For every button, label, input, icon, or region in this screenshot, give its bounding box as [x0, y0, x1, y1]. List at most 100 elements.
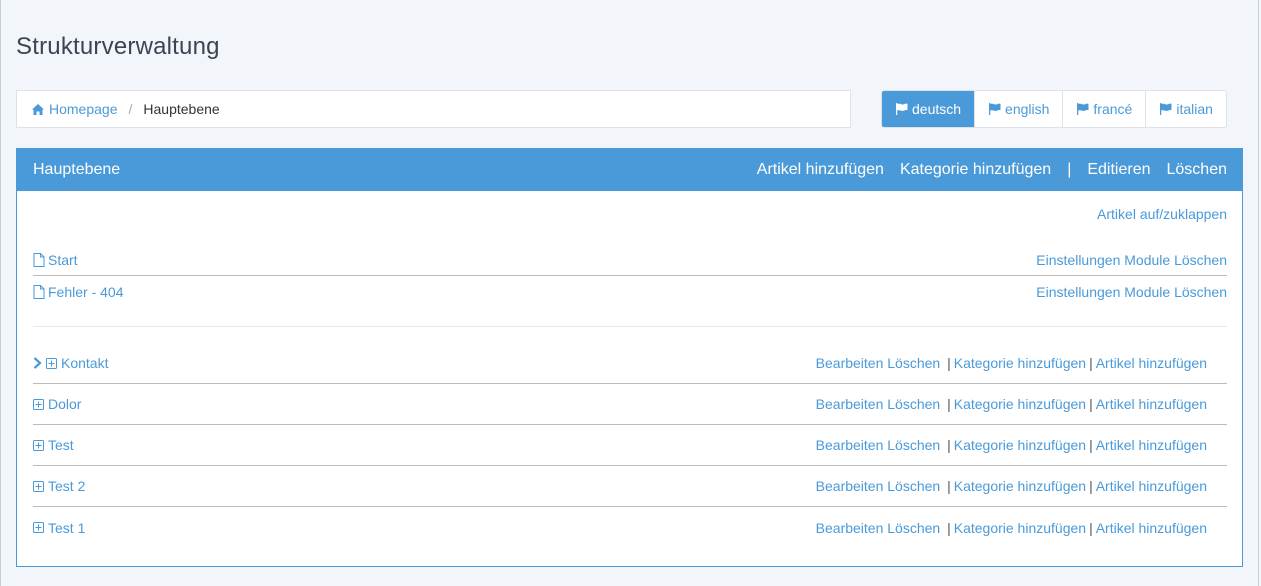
article-modules-link[interactable]: Module [1124, 284, 1170, 300]
category-edit-link[interactable]: Bearbeiten [816, 478, 884, 494]
article-list: Start Einstellungen Module Löschen Fehle… [33, 245, 1227, 307]
category-row: Dolor Bearbeiten Löschen | Kategorie hinz… [33, 384, 1227, 425]
article-delete-link[interactable]: Löschen [1174, 284, 1227, 300]
lang-button-english[interactable]: english [975, 91, 1064, 127]
breadcrumb-current: Hauptebene [143, 101, 220, 117]
category-row: Kontakt Bearbeiten Löschen | Kategorie hi… [33, 343, 1227, 384]
breadcrumb-home-label: Homepage [49, 101, 118, 117]
action-separator: | [1089, 437, 1093, 453]
panel-actions-separator: | [1067, 161, 1072, 178]
lang-button-deutsch[interactable]: deutsch [882, 91, 976, 127]
category-row: Test 1 Bearbeiten Löschen | Kategorie hin… [33, 507, 1227, 548]
category-actions: Bearbeiten Löschen | Kategorie hinzufügen… [816, 520, 1207, 536]
article-settings-link[interactable]: Einstellungen [1036, 284, 1120, 300]
action-separator: | [1089, 396, 1093, 412]
plus-square-icon[interactable] [33, 398, 44, 410]
category-delete-link[interactable]: Löschen [887, 396, 940, 412]
category-edit-link[interactable]: Bearbeiten [816, 355, 884, 371]
chevron-right-icon[interactable] [33, 357, 42, 369]
category-actions: Bearbeiten Löschen | Kategorie hinzufügen… [816, 355, 1207, 371]
article-name: Fehler - 404 [48, 283, 124, 300]
add-article-button[interactable]: Artikel hinzufügen [757, 161, 884, 179]
category-add-article-link[interactable]: Artikel hinzufügen [1096, 396, 1207, 412]
flag-icon [1160, 103, 1172, 115]
lang-button-italian[interactable]: italian [1146, 91, 1226, 127]
flag-icon [989, 103, 1001, 115]
category-add-article-link[interactable]: Artikel hinzufügen [1096, 437, 1207, 453]
section-divider [33, 326, 1227, 327]
language-switcher: deutsch english francé italian [881, 90, 1227, 128]
category-add-article-link[interactable]: Artikel hinzufügen [1096, 355, 1207, 371]
action-separator: | [947, 519, 951, 536]
file-icon [33, 253, 45, 267]
action-separator: | [1089, 355, 1093, 371]
action-separator: | [947, 478, 951, 494]
home-icon [32, 103, 44, 115]
category-delete-link[interactable]: Löschen [887, 437, 940, 453]
category-add-category-link[interactable]: Kategorie hinzufügen [954, 478, 1086, 494]
category-edit-link[interactable]: Bearbeiten [816, 520, 884, 536]
plus-square-icon[interactable] [33, 522, 44, 533]
delete-button[interactable]: Löschen [1167, 161, 1228, 179]
article-modules-link[interactable]: Module [1124, 252, 1170, 268]
plus-square-icon[interactable] [33, 439, 44, 451]
category-add-category-link[interactable]: Kategorie hinzufügen [954, 396, 1086, 412]
flag-icon [1077, 103, 1089, 115]
action-separator: | [947, 437, 951, 453]
panel-actions: Artikel hinzufügen Kategorie hinzufügen … [741, 161, 1227, 179]
flag-icon [896, 103, 908, 115]
article-row: Fehler - 404 Einstellungen Module Lösche… [33, 276, 1227, 307]
category-add-article-link[interactable]: Artikel hinzufügen [1096, 478, 1207, 494]
panel-title: Hauptebene [33, 161, 121, 178]
page-title: Strukturverwaltung [16, 33, 220, 60]
category-name-group: Test 1 [33, 520, 85, 536]
plus-square-icon[interactable] [46, 357, 57, 369]
file-icon [33, 284, 45, 299]
category-delete-link[interactable]: Löschen [887, 478, 940, 494]
article-actions: Einstellungen Module Löschen [1036, 284, 1227, 300]
category-link-test-1[interactable]: Test 1 [48, 520, 85, 536]
article-link-start[interactable]: Start [33, 252, 78, 268]
lang-label: english [1005, 101, 1050, 117]
category-name-group: Test 2 [33, 478, 85, 494]
category-add-category-link[interactable]: Kategorie hinzufügen [954, 520, 1086, 536]
category-add-category-link[interactable]: Kategorie hinzufügen [954, 437, 1086, 453]
category-add-category-link[interactable]: Kategorie hinzufügen [954, 355, 1086, 371]
category-link-kontakt[interactable]: Kontakt [61, 355, 108, 371]
article-row: Start Einstellungen Module Löschen [33, 245, 1227, 276]
breadcrumb-home-link[interactable]: Homepage [32, 101, 118, 117]
article-settings-link[interactable]: Einstellungen [1036, 252, 1120, 268]
edit-button[interactable]: Editieren [1087, 161, 1150, 179]
category-row: Test Bearbeiten Löschen | Kategorie hinzu… [33, 425, 1227, 466]
article-actions: Einstellungen Module Löschen [1036, 252, 1227, 268]
category-edit-link[interactable]: Bearbeiten [816, 437, 884, 453]
add-category-button[interactable]: Kategorie hinzufügen [900, 161, 1051, 179]
breadcrumb-separator: / [128, 101, 133, 117]
category-link-dolor[interactable]: Dolor [48, 396, 81, 412]
lang-button-france[interactable]: francé [1063, 91, 1147, 127]
right-edge-line [1258, 0, 1259, 586]
category-add-article-link[interactable]: Artikel hinzufügen [1096, 520, 1207, 536]
plus-square-icon[interactable] [33, 480, 44, 492]
category-name-group: Kontakt [33, 355, 108, 371]
category-link-test[interactable]: Test [48, 437, 74, 453]
lang-label: francé [1093, 101, 1133, 117]
toggle-articles-link[interactable]: Artikel auf/zuklappen [1097, 206, 1227, 222]
article-delete-link[interactable]: Löschen [1174, 252, 1227, 268]
category-list: Kontakt Bearbeiten Löschen | Kategorie hi… [33, 343, 1227, 548]
category-link-test-2[interactable]: Test 2 [48, 478, 85, 494]
lang-label: deutsch [912, 101, 962, 117]
category-name-group: Test [33, 437, 74, 453]
category-delete-link[interactable]: Löschen [887, 355, 940, 371]
article-link-fehler-404[interactable]: Fehler - 404 [33, 284, 123, 300]
category-actions: Bearbeiten Löschen | Kategorie hinzufügen… [816, 478, 1207, 494]
category-actions: Bearbeiten Löschen | Kategorie hinzufügen… [816, 437, 1207, 453]
category-row: Test 2 Bearbeiten Löschen | Kategorie hin… [33, 466, 1227, 507]
category-delete-link[interactable]: Löschen [887, 520, 940, 536]
structure-panel: Hauptebene Artikel hinzufügen Kategorie … [16, 148, 1243, 567]
category-edit-link[interactable]: Bearbeiten [816, 396, 884, 412]
lang-label: italian [1176, 101, 1213, 117]
action-separator: | [1089, 478, 1093, 494]
category-name-group: Dolor [33, 396, 81, 412]
panel-header: Hauptebene Artikel hinzufügen Kategorie … [17, 149, 1242, 191]
